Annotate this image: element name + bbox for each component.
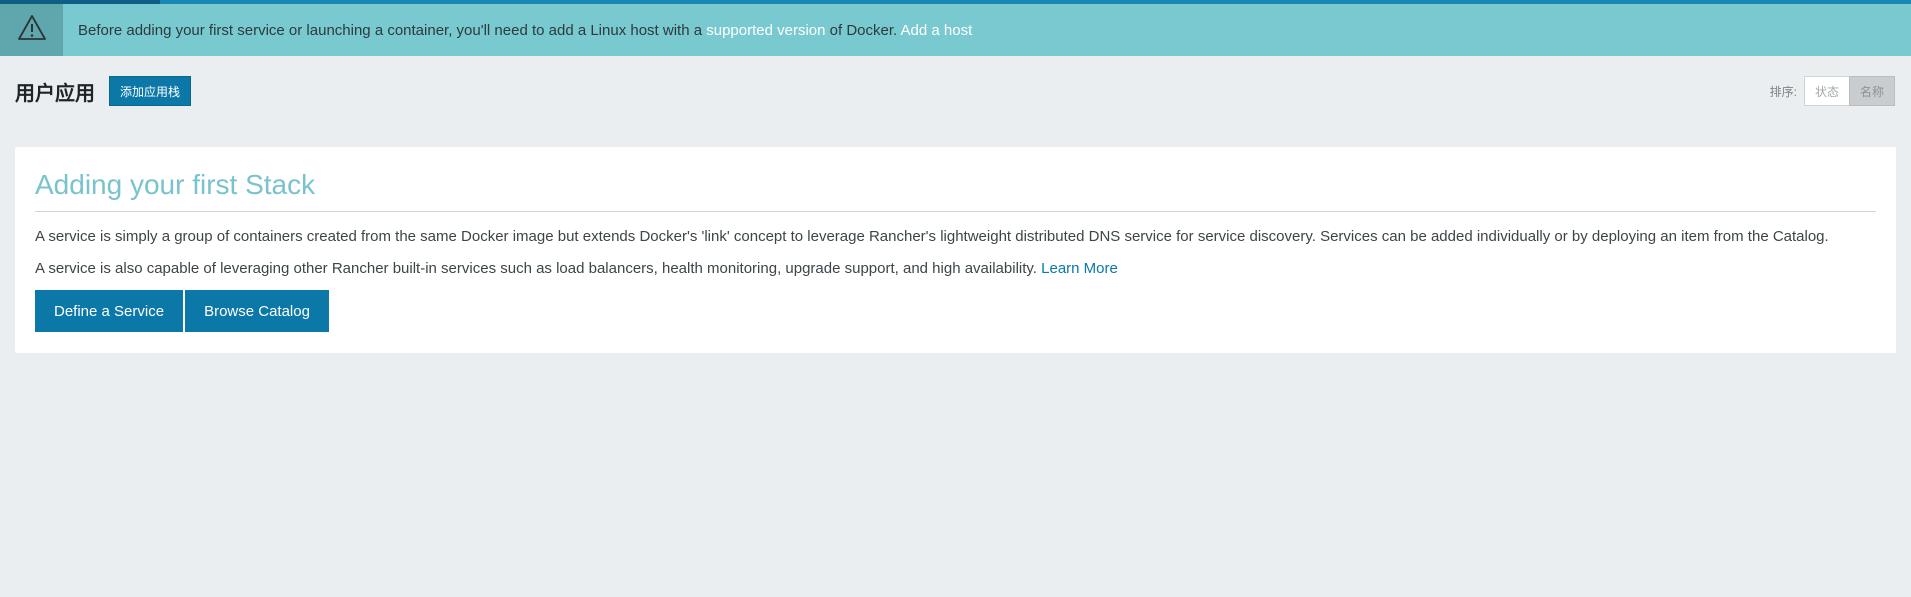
banner-message: Before adding your first service or laun… (78, 22, 972, 39)
add-host-link[interactable]: Add a host (901, 22, 973, 39)
sort-label: 排序: (1769, 84, 1797, 99)
supported-version-link[interactable]: supported version (706, 22, 825, 39)
page-title: 用户应用 (15, 82, 95, 105)
title-divider (35, 211, 1876, 212)
empty-state-description-secondary: A service is also capable of leveraging … (35, 260, 1118, 277)
page-header: 用户应用 添加应用栈 (15, 76, 192, 106)
add-stack-button[interactable]: 添加应用栈 (109, 76, 192, 106)
empty-state-description: A service is simply a group of container… (35, 228, 1829, 245)
sort-control: 排序: 状态 名称 (1770, 76, 1895, 106)
banner-message-end: of Docker. (825, 21, 901, 39)
learn-more-link[interactable]: Learn More (1041, 260, 1118, 277)
sort-by-name-button[interactable]: 名称 (1849, 76, 1895, 106)
banner-icon-box (0, 4, 63, 56)
secondary-description-text: A service is also capable of leveraging … (35, 260, 1042, 277)
sort-by-state-button[interactable]: 状态 (1804, 76, 1850, 106)
empty-state-title: Adding your first Stack (35, 169, 316, 200)
warning-triangle-icon (17, 14, 47, 46)
browse-catalog-button[interactable]: Browse Catalog (185, 290, 329, 332)
empty-stacks-card: Adding your first Stack A service is sim… (15, 147, 1896, 353)
no-host-warning-banner: Before adding your first service or laun… (0, 4, 1911, 56)
define-service-button[interactable]: Define a Service (35, 290, 184, 332)
empty-state-actions: Define a Service Browse Catalog (35, 290, 329, 332)
banner-message-start: Before adding your first service or laun… (78, 21, 707, 39)
